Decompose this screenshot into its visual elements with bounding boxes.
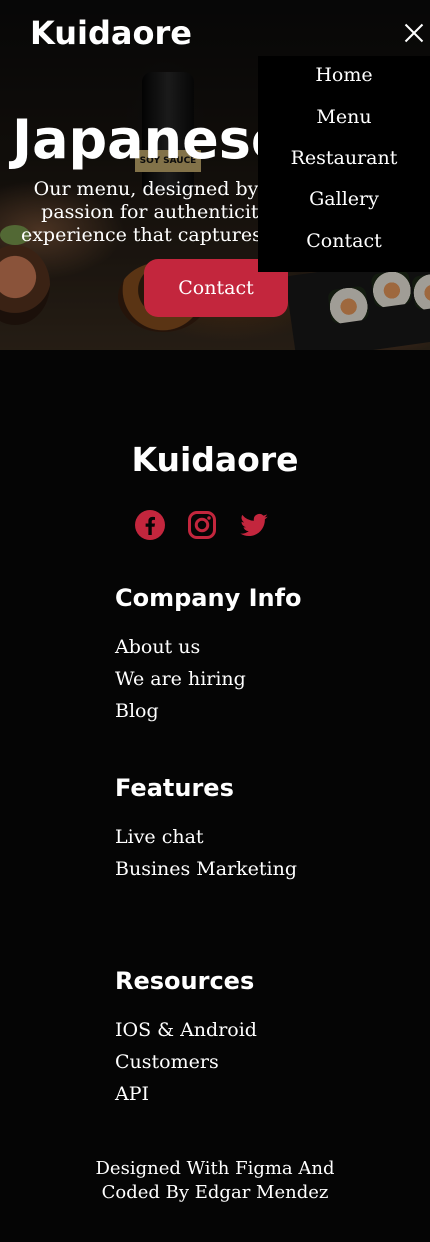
footer-link-api[interactable]: API: [115, 1083, 149, 1105]
nav-item-menu[interactable]: Menu: [258, 106, 430, 128]
nav-item-gallery[interactable]: Gallery: [258, 188, 430, 210]
brand-logo[interactable]: Kuidaore: [30, 14, 192, 52]
footer-section-title-company: Company Info: [115, 584, 302, 612]
footer-link-about[interactable]: About us: [115, 636, 200, 658]
footer-link-blog[interactable]: Blog: [115, 700, 159, 722]
footer-link-live-chat[interactable]: Live chat: [115, 826, 204, 848]
twitter-icon[interactable]: [239, 510, 269, 540]
nav-item-home[interactable]: Home: [258, 64, 430, 86]
nav-item-contact[interactable]: Contact: [258, 230, 430, 252]
footer-link-customers[interactable]: Customers: [115, 1051, 219, 1073]
nav-item-restaurant[interactable]: Restaurant: [258, 147, 430, 169]
footer-brand: Kuidaore: [131, 440, 299, 479]
footer-section-title-resources: Resources: [115, 967, 255, 995]
footer-credit: Designed With Figma And Coded By Edgar M…: [95, 1158, 335, 1203]
footer-link-hiring[interactable]: We are hiring: [115, 668, 246, 690]
facebook-icon[interactable]: [135, 510, 165, 540]
footer-link-marketing[interactable]: Busines Marketing: [115, 858, 297, 880]
hero-title: Japanese: [12, 108, 288, 171]
instagram-icon[interactable]: [187, 510, 217, 540]
footer-link-apps[interactable]: IOS & Android: [115, 1019, 257, 1041]
nav-menu: Home Menu Restaurant Gallery Contact: [258, 56, 430, 272]
footer-section-title-features: Features: [115, 774, 234, 802]
close-menu-icon[interactable]: [398, 18, 428, 48]
